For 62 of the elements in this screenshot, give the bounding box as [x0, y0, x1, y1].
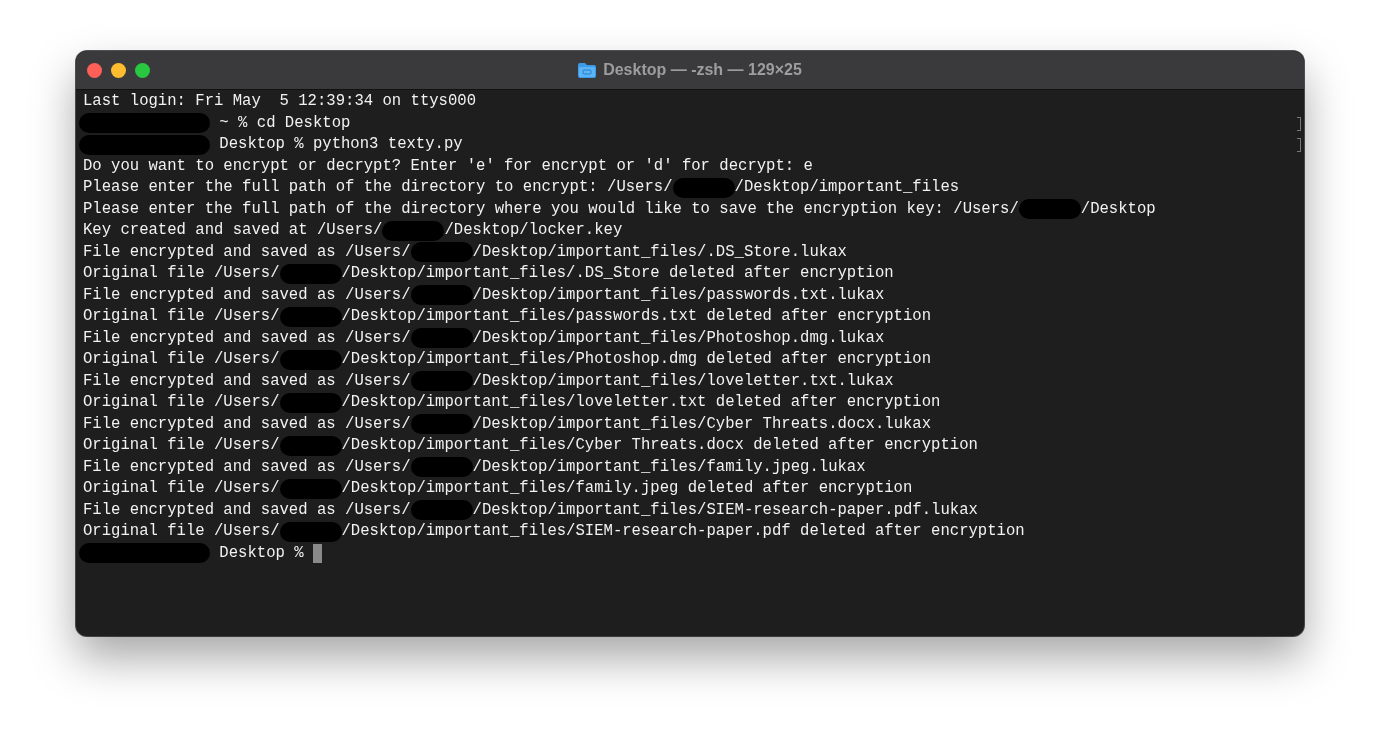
terminal-output-text: File encrypted and saved as /Users/ [83, 371, 411, 391]
terminal-output-text: Original file /Users/ [83, 393, 280, 413]
redaction-bar [1018, 199, 1081, 220]
redaction-bar [279, 521, 342, 542]
terminal-output-text: Original file /Users/ [83, 264, 280, 284]
window-title: Desktop — -zsh — 129×25 [603, 61, 802, 79]
terminal-output-text: /Desktop/important_files/passwords.txt.lukax [472, 285, 885, 305]
terminal-output-text: Original file /Users/ [83, 307, 280, 327]
terminal-output-text: /Desktop [1080, 199, 1156, 219]
terminal-output-text: /Desktop/important_files/Photoshop.dmg.lukax [472, 328, 885, 348]
terminal-output-text: Please enter the full path of the directory to encrypt: /Users/ [83, 178, 673, 198]
terminal-output-text: Desktop % [218, 543, 305, 563]
terminal-output-text: Original file /Users/ [83, 350, 280, 370]
redaction-bar [279, 263, 342, 284]
terminal-output-text: Last login: Fri May 5 12:39:34 on ttys000 [83, 92, 477, 112]
redaction-bar [410, 242, 473, 263]
zoom-button[interactable] [135, 62, 150, 78]
terminal-output-text: /Desktop/important_files/Cyber Threats.docx.lukax [472, 414, 932, 434]
terminal-output-text: ~ % cd Desktop [218, 113, 351, 133]
minimize-button[interactable] [111, 62, 126, 78]
close-button[interactable] [87, 62, 102, 78]
terminal-output-text: File encrypted and saved as /Users/ [83, 328, 411, 348]
terminal-output-text: Original file /Users/ [83, 479, 280, 499]
terminal-output-text: File encrypted and saved as /Users/ [83, 500, 411, 520]
redaction-bar [279, 435, 342, 456]
redaction-bar [410, 371, 473, 392]
redaction-bar [410, 500, 473, 521]
folder-icon [578, 62, 597, 78]
terminal-output-text: Original file /Users/ [83, 522, 280, 542]
terminal-output-text: File encrypted and saved as /Users/ [83, 457, 411, 477]
terminal-output-text: /Desktop/important_files/SIEM-research-paper.pdf deleted after encryption [341, 522, 1025, 542]
terminal-output-text: /Desktop/important_files/Photoshop.dmg deleted after encryption [341, 350, 932, 370]
terminal-output-text: File encrypted and saved as /Users/ [83, 285, 411, 305]
terminal-output-text: /Desktop/important_files/loveletter.txt.lukax [472, 371, 894, 391]
redaction-bar [382, 220, 445, 241]
terminal-output-text: /Desktop/important_files/family.jpeg deleted after encryption [341, 479, 913, 499]
terminal-output-text: Original file /Users/ [83, 436, 280, 456]
redaction-bar [279, 349, 342, 370]
terminal-output-text: /Desktop/important_files [734, 178, 960, 198]
terminal-output-text: Please enter the full path of the directory where you would like to save the encryption key: /Users/ [83, 199, 1019, 219]
terminal-output-text: Do you want to encrypt or decrypt? Enter 'e' for encrypt or 'd' for decrypt: e [83, 156, 813, 176]
terminal-output-text: Key created and saved at /Users/ [83, 221, 383, 241]
redaction-bar [279, 306, 342, 327]
terminal-output-text: /Desktop/important_files/.DS_Store deleted after encryption [341, 264, 894, 284]
terminal-output-text: File encrypted and saved as /Users/ [83, 242, 411, 262]
redaction-bar [410, 328, 473, 349]
terminal-output-text: /Desktop/important_files/loveletter.txt deleted after encryption [341, 393, 941, 413]
terminal-output-text: /Desktop/important_files/passwords.txt deleted after encryption [341, 307, 932, 327]
terminal-output-text: File encrypted and saved as /Users/ [83, 414, 411, 434]
redaction-bar [410, 285, 473, 306]
redaction-bar [410, 414, 473, 435]
terminal-output-text: /Desktop/important_files/SIEM-research-paper.pdf.lukax [472, 500, 978, 520]
redaction-bar [672, 177, 735, 198]
text-cursor [312, 543, 322, 563]
redaction-bar [279, 478, 342, 499]
terminal-output-text: /Desktop/important_files/Cyber Threats.docx deleted after encryption [341, 436, 978, 456]
terminal-output-text: Desktop % python3 texty.py [218, 135, 463, 155]
terminal-output-text: /Desktop/important_files/family.jpeg.lukax [472, 457, 866, 477]
terminal-output-text: /Desktop/locker.key [444, 221, 623, 241]
redaction-bar [279, 392, 342, 413]
redaction-bar [410, 457, 473, 478]
terminal-output-text: /Desktop/important_files/.DS_Store.lukax [472, 242, 847, 262]
